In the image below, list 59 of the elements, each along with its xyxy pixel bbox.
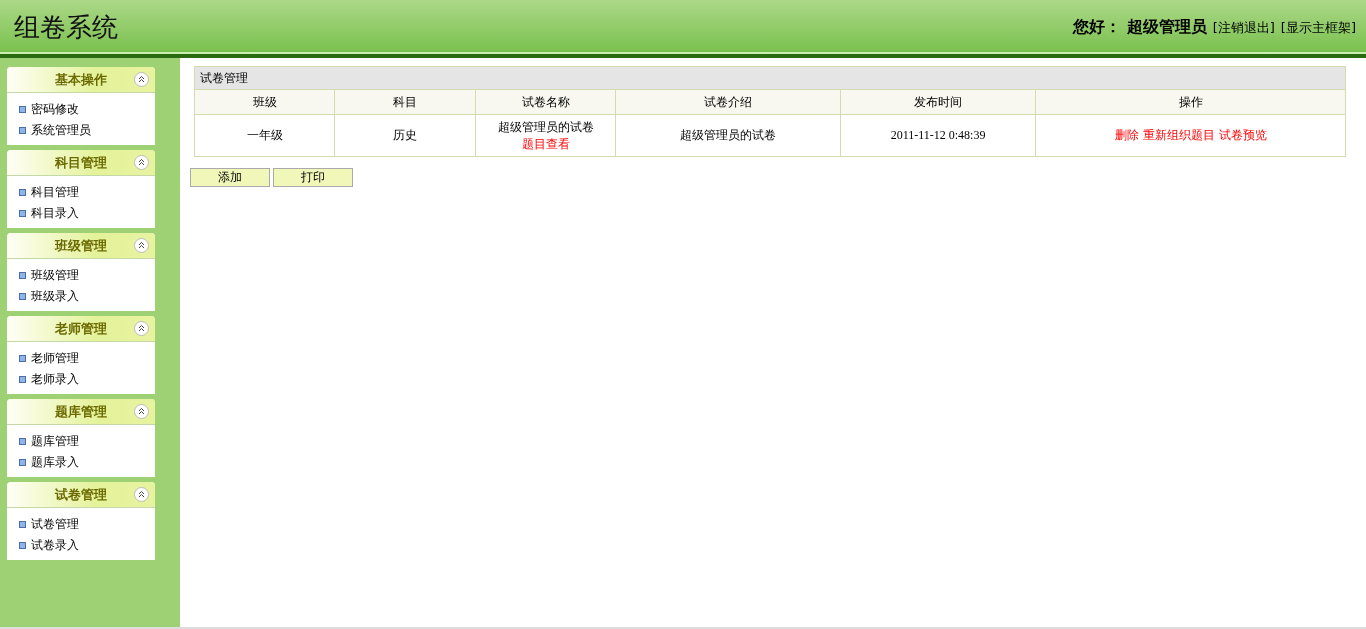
bullet-icon xyxy=(19,376,26,383)
column-header: 班级 xyxy=(194,89,335,115)
panel-title: 试卷管理 xyxy=(55,485,107,504)
sidebar-item[interactable]: 试卷管理 xyxy=(31,516,79,533)
action-button[interactable]: 打印 xyxy=(273,168,353,187)
column-header: 试卷介绍 xyxy=(615,89,841,115)
sidebar-item[interactable]: 题库录入 xyxy=(31,454,79,471)
action-link[interactable]: 重新组织题目 xyxy=(1142,128,1215,142)
sidebar-item[interactable]: 科目录入 xyxy=(31,205,79,222)
table-cell: 历史 xyxy=(334,114,476,157)
bullet-icon xyxy=(19,542,26,549)
collapse-icon[interactable] xyxy=(134,72,149,87)
user-name: 超级管理员 xyxy=(1126,16,1207,38)
sidebar-item[interactable]: 题库管理 xyxy=(31,433,79,450)
paper-name: 超级管理员的试卷 xyxy=(497,119,594,134)
sidebar-item[interactable]: 密码修改 xyxy=(31,101,79,118)
collapse-icon[interactable] xyxy=(134,404,149,419)
bullet-icon xyxy=(19,438,26,445)
table-cell: 2011-11-12 0:48:39 xyxy=(840,114,1036,157)
sidebar-item[interactable]: 老师管理 xyxy=(31,350,79,367)
sidebar-item[interactable]: 系统管理员 xyxy=(31,122,91,139)
app-title: 组卷系统 xyxy=(14,10,118,44)
bullet-icon xyxy=(19,293,26,300)
column-header: 操作 xyxy=(1035,89,1346,115)
collapse-icon[interactable] xyxy=(134,487,149,502)
table-title: 试卷管理 xyxy=(194,66,1346,90)
sidebar-item[interactable]: 班级管理 xyxy=(31,267,79,284)
column-header: 试卷名称 xyxy=(475,89,616,115)
bullet-icon xyxy=(19,106,26,113)
sidebar-item[interactable]: 老师录入 xyxy=(31,371,79,388)
action-button[interactable]: 添加 xyxy=(190,168,270,187)
bullet-icon xyxy=(19,272,26,279)
panel-title: 班级管理 xyxy=(55,236,107,255)
table-cell: 一年级 xyxy=(194,114,335,157)
greeting: 您好： xyxy=(1072,16,1121,38)
panel-title: 基本操作 xyxy=(55,70,107,89)
table-cell: 超级管理员的试卷 xyxy=(615,114,841,157)
bullet-icon xyxy=(19,189,26,196)
bullet-icon xyxy=(19,127,26,134)
action-link[interactable]: 试卷预览 xyxy=(1218,128,1267,142)
header-link[interactable]: [注销退出] xyxy=(1212,18,1275,37)
sidebar-item[interactable]: 试卷录入 xyxy=(31,537,79,554)
collapse-icon[interactable] xyxy=(134,155,149,170)
panel-title: 老师管理 xyxy=(55,319,107,338)
bullet-icon xyxy=(19,521,26,528)
sidebar-item[interactable]: 科目管理 xyxy=(31,184,79,201)
action-link[interactable]: 删除 xyxy=(1114,128,1139,142)
collapse-icon[interactable] xyxy=(134,238,149,253)
view-link[interactable]: 题目查看 xyxy=(521,136,570,151)
column-header: 发布时间 xyxy=(840,89,1036,115)
panel-title: 题库管理 xyxy=(55,402,107,421)
bullet-icon xyxy=(19,459,26,466)
bullet-icon xyxy=(19,210,26,217)
panel-title: 科目管理 xyxy=(55,153,107,172)
collapse-icon[interactable] xyxy=(134,321,149,336)
bullet-icon xyxy=(19,355,26,362)
header-link[interactable]: [显示主框架] xyxy=(1280,18,1356,37)
column-header: 科目 xyxy=(334,89,476,115)
sidebar-item[interactable]: 班级录入 xyxy=(31,288,79,305)
